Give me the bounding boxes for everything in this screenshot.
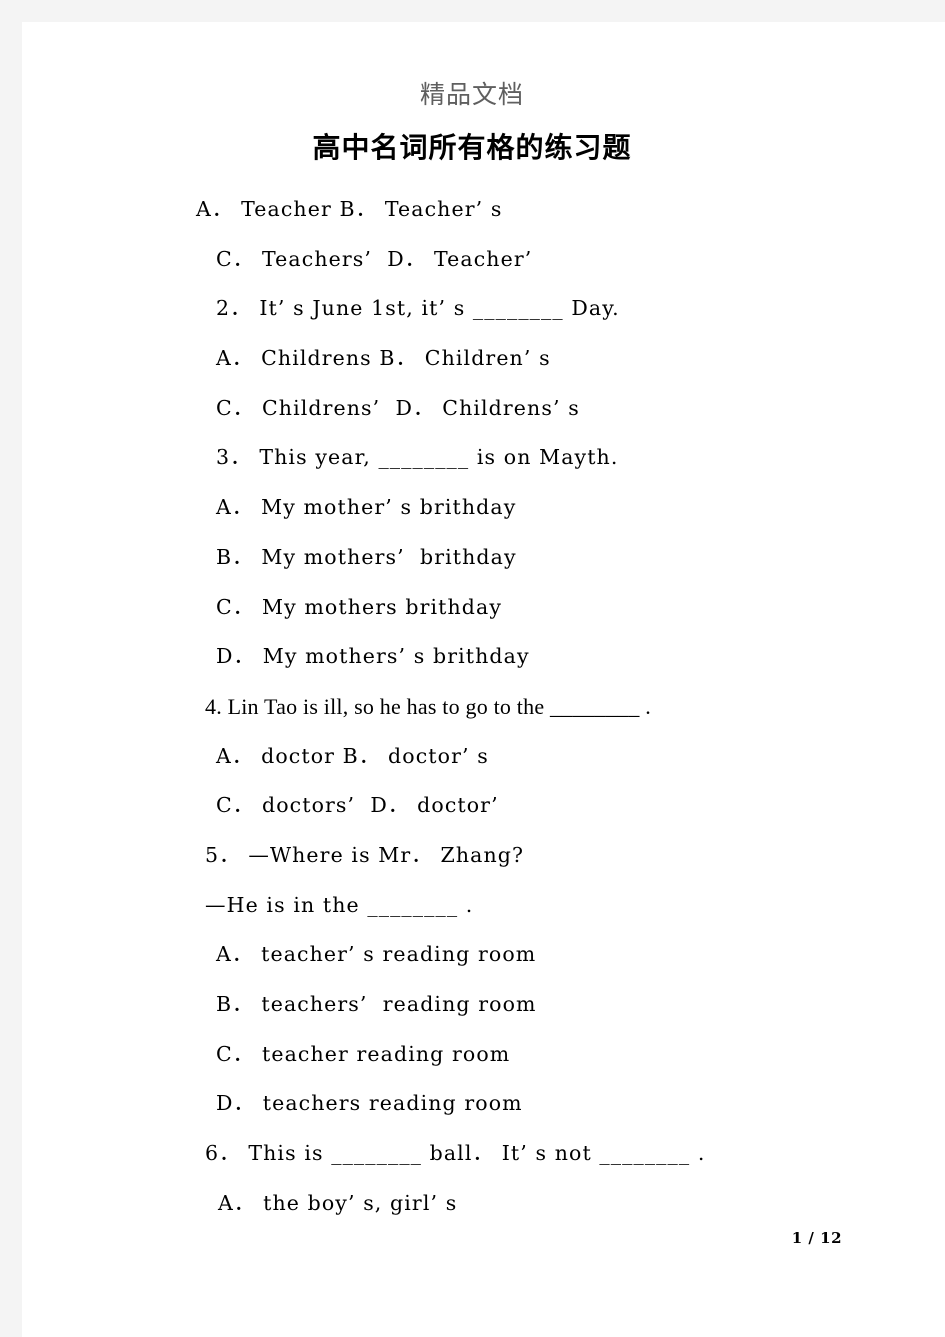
body-line: 3． This year, ________ is on Mayth. (216, 445, 619, 470)
body-line: B． My mothers’ brithday (216, 544, 517, 569)
body-line: 4. Lin Tao is ill, so he has to go to th… (205, 693, 651, 719)
document-page: 精品文档 高中名词所有格的练习题 A． Teacher B． Teacher’ … (22, 22, 945, 1337)
body-line: A． doctor B． doctor’ s (216, 743, 489, 768)
document-body: A． Teacher B． Teacher’ s C． Teachers’ D． … (22, 185, 945, 1228)
body-line: C． Childrens’ D． Childrens’ s (216, 395, 580, 420)
body-line: A． teacher’ s reading room (216, 942, 537, 967)
body-line: C． My mothers brithday (216, 594, 503, 619)
body-line: A． Childrens B． Children’ s (216, 346, 551, 371)
page-margin-band-left (0, 0, 22, 1337)
document-watermark-header: 精品文档 (419, 80, 524, 109)
body-line: A． My mother’ s brithday (216, 495, 517, 520)
body-line: A． Teacher B． Teacher’ s (196, 197, 503, 221)
body-line: D． teachers reading room (216, 1091, 523, 1116)
body-line: 6． This is ________ ball． It’ s not ____… (205, 1141, 706, 1166)
body-line: B． teachers’ reading room (216, 992, 537, 1016)
page-margin-band-top (0, 0, 945, 22)
page-number-footer: 1 / 12 (791, 1229, 842, 1247)
body-line: A． the boy’ s, girl’ s (218, 1190, 458, 1215)
body-line: C． doctors’ D． doctor’ (216, 793, 499, 818)
body-line: 5． —Where is Mr． Zhang? (205, 842, 525, 867)
body-line: C． teacher reading room (216, 1041, 511, 1066)
body-line: C． Teachers’ D． Teacher’ (216, 246, 533, 271)
body-line: D． My mothers’ s brithday (216, 644, 530, 669)
page-title: 高中名词所有格的练习题 (312, 131, 632, 164)
body-line: —He is in the ________ . (205, 892, 474, 917)
body-line: 2． It’ s June 1st, it’ s ________ Day. (216, 296, 620, 321)
